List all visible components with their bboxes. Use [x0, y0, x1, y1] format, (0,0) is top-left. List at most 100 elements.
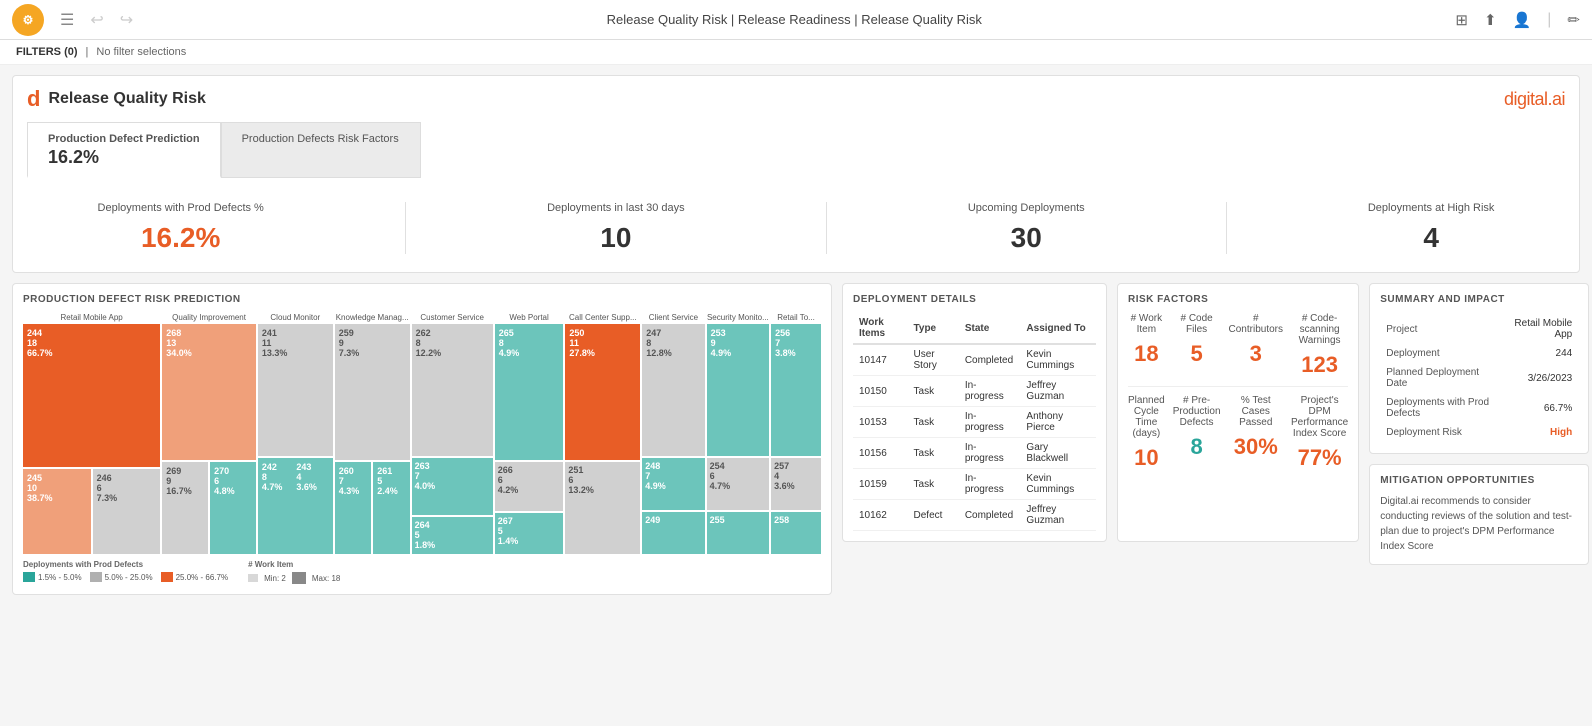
tm-cell-266[interactable]: 266 6 4.2% [495, 462, 564, 511]
legend-swatch-min [248, 574, 258, 582]
tm-cell-250[interactable]: 250 11 27.8% [565, 324, 640, 460]
topbar-left-icons: ☰ ↩ ↪ [60, 10, 133, 30]
edit-icon[interactable]: ✏ [1567, 11, 1580, 29]
table-row[interactable]: 10159TaskIn-progressKevin Cummings [853, 469, 1096, 500]
tm-cell-251: 251 6 13.2% [565, 462, 640, 554]
topbar-right-icons: ⊞ ⬆ 👤 | ✏ [1455, 11, 1580, 29]
treemap-col-7: 250 11 27.8% 251 6 13.2% [565, 324, 640, 554]
summary-row: Deployments with Prod Defects 66.7% [1382, 394, 1576, 422]
tm-cell-241[interactable]: 241 11 13.3% [258, 324, 333, 456]
summary-label-project: Project [1382, 315, 1500, 343]
legend-max: Max: 18 [312, 574, 340, 583]
summary-row: Planned Deployment Date 3/26/2023 [1382, 364, 1576, 392]
legend-swatch-gray [90, 572, 102, 582]
summary-tbody: Project Retail Mobile App Deployment 244… [1382, 315, 1576, 441]
table-row[interactable]: 10147User StoryCompletedKevin Cummings [853, 344, 1096, 376]
tm-cell-251-item[interactable]: 251 6 13.2% [565, 462, 640, 554]
table-row[interactable]: 10156TaskIn-progressGary Blackwell [853, 438, 1096, 469]
col-header-6: Web Portal [495, 313, 564, 322]
tab-production-defect[interactable]: Production Defect Prediction 16.2% [27, 122, 221, 178]
tab-risk-factors[interactable]: Production Defects Risk Factors [221, 122, 421, 178]
treemap-col-10: 256 7 3.8% 257 4 3.6% 258 [771, 324, 821, 554]
tm-cell-246[interactable]: 246 6 7.3% [93, 469, 161, 554]
kpi-deployments-prod: Deployments with Prod Defects % 16.2% [98, 202, 264, 254]
tm-cell-257[interactable]: 257 4 3.6% [771, 458, 821, 509]
table-row[interactable]: 10162DefectCompletedJeffrey Guzman [853, 500, 1096, 531]
tm-cell-258[interactable]: 258 [771, 512, 821, 554]
treemap-grid: 244 18 66.7% 245 10 38.7% 246 6 [23, 324, 821, 554]
risk-code-warnings: # Code-scanning Warnings 123 [1291, 313, 1348, 378]
menu-icon[interactable]: ☰ [60, 10, 74, 30]
tm-cell-260[interactable]: 260 7 4.3% [335, 462, 371, 554]
kpi-label-4: Deployments at High Risk [1368, 202, 1495, 214]
tm-cell-247[interactable]: 247 8 12.8% [642, 324, 704, 456]
tm-cell-242-243[interactable]: 242 8 4.7% 243 4 3.6% [258, 458, 333, 554]
tm-cell-259[interactable]: 259 9 7.3% [335, 324, 410, 460]
app-logo[interactable]: ⚙ [12, 4, 44, 36]
redo-icon[interactable]: ↪ [120, 10, 133, 30]
right-col: SUMMARY AND IMPACT Project Retail Mobile… [1369, 283, 1589, 595]
legend-teal: 1.5% - 5.0% [23, 572, 82, 582]
kpi-divider-3 [1226, 202, 1227, 254]
kpi-value-4: 4 [1368, 222, 1495, 254]
tm-cell-261[interactable]: 261 5 2.4% [373, 462, 409, 554]
risk-label-2: # Code Files [1173, 313, 1221, 335]
tm-cell-263[interactable]: 263 7 4.0% [412, 458, 493, 515]
tm-cell-254[interactable]: 254 6 4.7% [707, 458, 769, 509]
tm-cell-253[interactable]: 253 9 4.9% [707, 324, 769, 456]
tm-cell-268[interactable]: 268 13 34.0% [162, 324, 256, 460]
deployment-thead: Work Items Type State Assigned To [853, 313, 1096, 344]
tm-cell-255[interactable]: 255 [707, 512, 769, 554]
legend-items: 1.5% - 5.0% 5.0% - 25.0% 25.0% - 66.7% [23, 572, 228, 582]
summary-row: Deployment Risk High [1382, 424, 1576, 441]
header-brand: d Release Quality Risk [27, 86, 206, 112]
page-title: Release Quality Risk | Release Readiness… [133, 12, 1455, 27]
tm-cell-270[interactable]: 270 6 4.8% [210, 462, 256, 554]
middle-row: DEPLOYMENT DETAILS Work Items Type State… [842, 283, 1359, 542]
risk-grid: # Work Item 18 # Code Files 5 # Contribu… [1128, 313, 1348, 471]
tm-cell-263-264: 263 7 4.0% 264 5 1.8% [412, 458, 493, 554]
tm-cell-264[interactable]: 264 5 1.8% [412, 517, 493, 554]
summary-value-deployment: 244 [1502, 345, 1576, 362]
summary-table: Project Retail Mobile App Deployment 244… [1380, 313, 1578, 443]
legend-gray: 5.0% - 25.0% [90, 572, 153, 582]
tm-cell-266-267: 266 6 4.2% 267 5 1.4% [495, 462, 564, 554]
export-icon[interactable]: ⬆ [1484, 11, 1497, 29]
summary-value-date: 3/26/2023 [1502, 364, 1576, 392]
kpi-row: Deployments with Prod Defects % 16.2% De… [27, 192, 1565, 258]
tab-label-2: Production Defects Risk Factors [242, 133, 399, 145]
tm-cell-265[interactable]: 265 8 4.9% [495, 324, 564, 460]
filters-label[interactable]: FILTERS (0) [16, 46, 78, 58]
treemap-col-3: 241 11 13.3% 242 8 4.7% 243 [258, 324, 333, 554]
risk-row-divider [1128, 386, 1348, 387]
undo-icon[interactable]: ↩ [90, 10, 103, 30]
tm-cell-244[interactable]: 244 18 66.7% [23, 324, 160, 467]
legend-prod-defects: Deployments with Prod Defects 1.5% - 5.0… [23, 560, 228, 582]
legend-min: Min: 2 [264, 574, 286, 583]
tm-cell-269[interactable]: 269 9 16.7% [162, 462, 208, 554]
legend-work-title: # Work Item [248, 560, 340, 569]
risk-value-7: 30% [1229, 434, 1283, 460]
kpi-last30: Deployments in last 30 days 10 [547, 202, 685, 254]
user-icon[interactable]: 👤 [1513, 11, 1532, 29]
table-row[interactable]: 10153TaskIn-progressAnthony Pierce [853, 407, 1096, 438]
tm-cell-245[interactable]: 245 10 38.7% [23, 469, 91, 554]
risk-code-files: # Code Files 5 [1173, 313, 1221, 378]
summary-value-risk: High [1502, 424, 1576, 441]
tm-cell-249[interactable]: 249 [642, 512, 704, 554]
col-type: Type [908, 313, 959, 344]
risk-label-7: % Test Cases Passed [1229, 395, 1283, 428]
filter-icon[interactable]: ⊞ [1455, 11, 1468, 29]
tm-cell-267[interactable]: 267 5 1.4% [495, 513, 564, 554]
brand-d: d [27, 86, 40, 112]
treemap-title: PRODUCTION DEFECT RISK PREDICTION [23, 294, 821, 305]
panel-mitigation: MITIGATION OPPORTUNITIES Digital.ai reco… [1369, 464, 1589, 565]
legend-work-items: Min: 2 Max: 18 [248, 572, 340, 584]
tm-cell-248[interactable]: 248 7 4.9% [642, 458, 704, 509]
kpi-value-1: 16.2% [98, 222, 264, 254]
tm-cell-262[interactable]: 262 8 12.2% [412, 324, 493, 456]
tm-cell-256[interactable]: 256 7 3.8% [771, 324, 821, 456]
summary-label-date: Planned Deployment Date [1382, 364, 1500, 392]
header-top: d Release Quality Risk digital.ai [27, 86, 1565, 112]
table-row[interactable]: 10150TaskIn-progressJeffrey Guzman [853, 376, 1096, 407]
